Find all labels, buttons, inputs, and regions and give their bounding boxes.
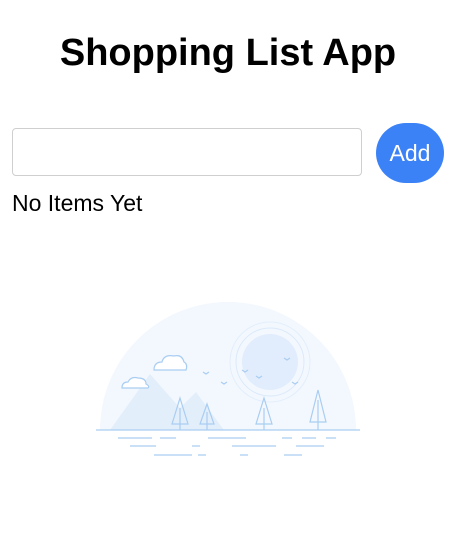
page-title: Shopping List App — [59, 32, 397, 74]
empty-message: No Items Yet — [12, 190, 143, 216]
item-input[interactable] — [12, 128, 362, 176]
add-button[interactable]: Add — [376, 123, 444, 183]
empty-landscape-illustration-icon — [96, 302, 360, 456]
